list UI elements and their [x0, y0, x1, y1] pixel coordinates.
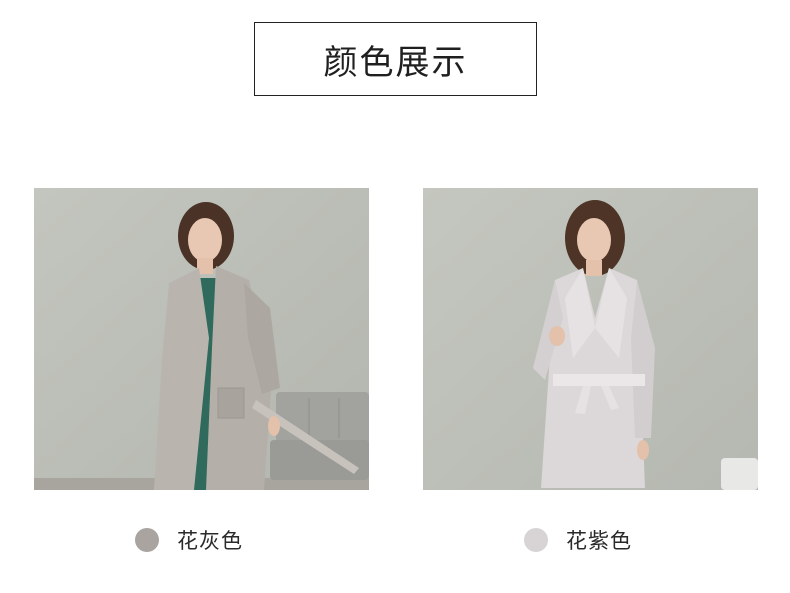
color-swatch-purple — [524, 528, 548, 552]
page-title: 颜色展示 — [254, 22, 537, 96]
color-swatch-grey — [135, 528, 159, 552]
color-label-grey: 花灰色 — [177, 529, 243, 553]
product-photo-grey-robe — [34, 188, 369, 490]
product-photo-light-robe — [423, 188, 758, 490]
color-option-purple[interactable]: 花紫色 — [524, 525, 632, 555]
color-option-grey[interactable]: 花灰色 — [135, 525, 243, 555]
color-label-purple: 花紫色 — [566, 529, 632, 553]
